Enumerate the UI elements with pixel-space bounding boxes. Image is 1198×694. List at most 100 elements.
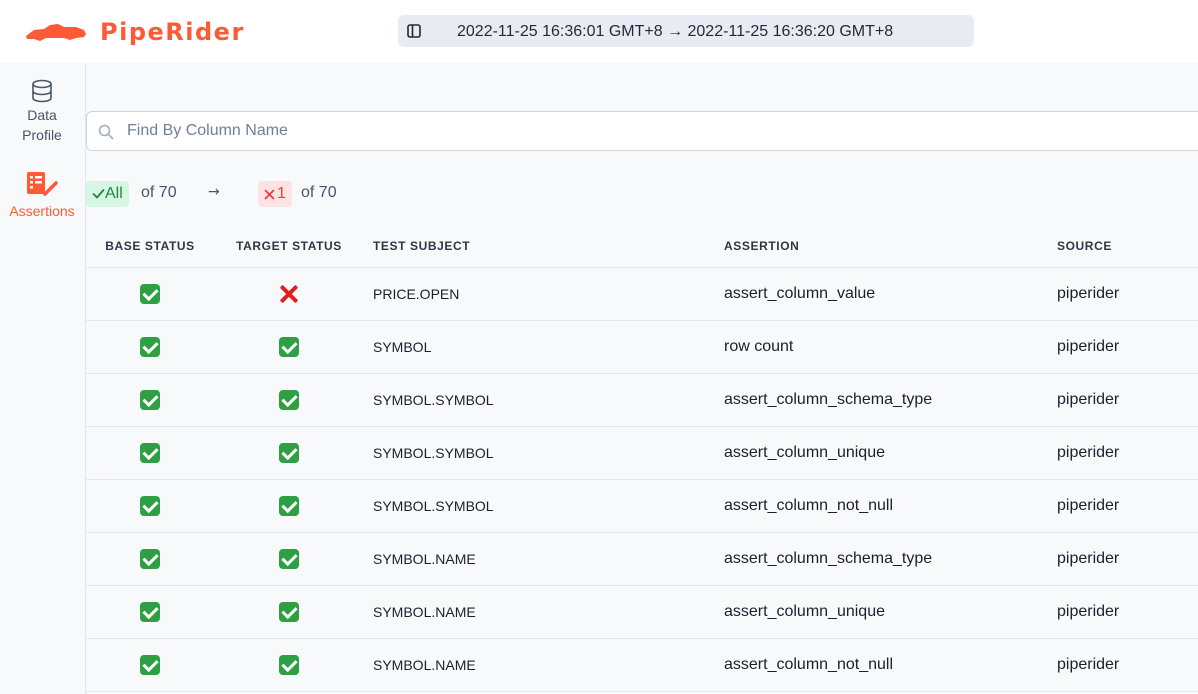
race-car-icon	[26, 24, 86, 41]
check-icon	[92, 189, 105, 199]
source-cell: piperider	[1048, 373, 1198, 427]
search-icon	[98, 124, 114, 140]
assertions-table: BASE STATUS TARGET STATUS TEST SUBJECT A…	[86, 225, 1198, 692]
check-mark-icon	[140, 654, 160, 675]
target-status-cell	[214, 267, 364, 321]
check-mark-icon	[279, 336, 299, 357]
brand-name: PipeRider	[100, 18, 245, 46]
assertion-cell: assert_column_unique	[715, 585, 1048, 639]
target-status-cell	[214, 532, 364, 586]
check-mark-icon	[279, 442, 299, 463]
target-status-cell	[214, 320, 364, 374]
database-icon	[32, 79, 52, 103]
target-status-cell	[214, 585, 364, 639]
sidebar-item-data-profile[interactable]: Data Profile	[0, 79, 84, 145]
check-mark-icon	[279, 654, 299, 675]
check-mark-icon	[140, 442, 160, 463]
table-row[interactable]: SYMBOL.NAME assert_column_unique piperider	[86, 585, 1198, 639]
check-mark-icon	[140, 495, 160, 516]
assertion-cell: assert_column_schema_type	[715, 532, 1048, 586]
check-mark-icon	[279, 495, 299, 516]
source-cell: piperider	[1048, 532, 1198, 586]
filter-failed-badge[interactable]: 1	[258, 181, 292, 207]
column-header-target-status[interactable]: TARGET STATUS	[214, 225, 364, 268]
test-subject-cell: SYMBOL.SYMBOL	[364, 426, 715, 480]
check-mark-icon	[279, 548, 299, 569]
test-subject-cell: SYMBOL.NAME	[364, 532, 715, 586]
base-status-cell	[86, 532, 214, 586]
sidebar-panel-icon[interactable]	[407, 24, 421, 38]
top-bar: PipeRider 2022-11-25 16:36:01 GMT+8 → 20…	[0, 0, 1198, 63]
table-row[interactable]: SYMBOL row count piperider	[86, 320, 1198, 374]
search-box[interactable]	[86, 111, 1198, 151]
table-row[interactable]: SYMBOL.SYMBOL assert_column_not_null piper…	[86, 479, 1198, 533]
base-status-cell	[86, 426, 214, 480]
check-mark-icon	[279, 389, 299, 410]
test-subject-cell: SYMBOL	[364, 320, 715, 374]
sidebar-item-assertions[interactable]: Assertions	[0, 171, 84, 221]
table-row[interactable]: PRICE.OPEN assert_column_value piperider	[86, 267, 1198, 321]
filter-all-label: All	[105, 185, 123, 202]
table-row[interactable]: SYMBOL.SYMBOL assert_column_unique piperid…	[86, 426, 1198, 480]
arrow-right-icon: →	[208, 184, 220, 200]
column-header-assertion[interactable]: ASSERTION	[715, 225, 1048, 268]
check-mark-icon	[140, 389, 160, 410]
main-content: All of 70 → 1 of 70 BASE STATUS TARGET S…	[86, 63, 1198, 694]
sidebar-item-label: Data	[27, 107, 57, 123]
assertion-checklist-icon	[27, 172, 58, 196]
column-header-test-subject[interactable]: TEST SUBJECT	[364, 225, 715, 268]
assertion-cell: assert_column_unique	[715, 426, 1048, 480]
base-total-text: of 70	[141, 184, 177, 201]
target-status-cell	[214, 479, 364, 533]
source-cell: piperider	[1048, 638, 1198, 692]
sidebar: Data Profile Assertions	[0, 63, 86, 694]
assertion-cell: assert_column_not_null	[715, 638, 1048, 692]
check-mark-icon	[140, 548, 160, 569]
failed-count: 1	[277, 185, 286, 202]
filter-all-badge[interactable]: All	[86, 181, 129, 207]
base-status-cell	[86, 373, 214, 427]
check-mark-icon	[140, 601, 160, 622]
cross-mark-icon	[279, 284, 299, 304]
column-header-base-status[interactable]: BASE STATUS	[86, 225, 214, 268]
close-icon	[264, 189, 275, 199]
table-row[interactable]: SYMBOL.SYMBOL assert_column_schema_type pi…	[86, 373, 1198, 427]
test-subject-cell: SYMBOL.SYMBOL	[364, 479, 715, 533]
base-status-cell	[86, 320, 214, 374]
base-status-cell	[86, 479, 214, 533]
sidebar-item-label: Profile	[22, 127, 62, 143]
source-cell: piperider	[1048, 585, 1198, 639]
table-row[interactable]: SYMBOL.NAME assert_column_not_null piperid…	[86, 638, 1198, 692]
table-header-row: BASE STATUS TARGET STATUS TEST SUBJECT A…	[86, 225, 1198, 268]
target-status-cell	[214, 638, 364, 692]
base-status-cell	[86, 585, 214, 639]
run-range-selector[interactable]: 2022-11-25 16:36:01 GMT+8 → 2022-11-25 1…	[398, 15, 974, 47]
run-range-text: 2022-11-25 16:36:01 GMT+8 → 2022-11-25 1…	[457, 23, 894, 40]
sidebar-item-label: Assertions	[9, 203, 75, 219]
test-subject-cell: SYMBOL.NAME	[364, 585, 715, 639]
target-total-text: of 70	[301, 184, 337, 201]
base-status-cell	[86, 638, 214, 692]
test-subject-cell: SYMBOL.SYMBOL	[364, 373, 715, 427]
column-header-source[interactable]: SOURCE	[1048, 225, 1198, 268]
piperider-logo[interactable]: PipeRider	[24, 14, 245, 50]
check-mark-icon	[140, 283, 160, 304]
search-input[interactable]	[127, 120, 1027, 142]
source-cell: piperider	[1048, 426, 1198, 480]
table-body: PRICE.OPEN assert_column_value piperider SY…	[86, 267, 1198, 692]
assertion-cell: assert_column_not_null	[715, 479, 1048, 533]
assertion-cell: assert_column_value	[715, 267, 1048, 321]
source-cell: piperider	[1048, 267, 1198, 321]
target-status-cell	[214, 426, 364, 480]
target-status-cell	[214, 373, 364, 427]
base-status-cell	[86, 267, 214, 321]
assertion-cell: row count	[715, 320, 1048, 374]
source-cell: piperider	[1048, 479, 1198, 533]
table-row[interactable]: SYMBOL.NAME assert_column_schema_type pipe…	[86, 532, 1198, 586]
test-subject-cell: PRICE.OPEN	[364, 267, 715, 321]
source-cell: piperider	[1048, 320, 1198, 374]
test-subject-cell: SYMBOL.NAME	[364, 638, 715, 692]
check-mark-icon	[140, 336, 160, 357]
check-mark-icon	[279, 601, 299, 622]
assertion-cell: assert_column_schema_type	[715, 373, 1048, 427]
